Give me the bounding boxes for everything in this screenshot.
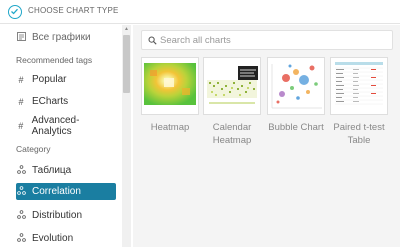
sidebar-item-label: Advanced-Analytics [31, 114, 80, 137]
hash-icon: # [18, 120, 24, 131]
sidebar: Все графики Recommended tags # Popular #… [0, 25, 133, 247]
sidebar-item-echarts[interactable]: # ECharts [16, 93, 116, 110]
sidebar-scroll-thumb[interactable] [123, 35, 130, 93]
search-input[interactable] [160, 33, 388, 47]
sidebar-item-label: ECharts [32, 96, 69, 107]
bubble-chart-thumbnail [271, 64, 322, 109]
category-icon [16, 165, 26, 176]
heatmap-thumbnail [144, 63, 196, 105]
check-circle-icon [8, 5, 22, 19]
sidebar-item-label: Evolution [32, 233, 74, 244]
chart-card-heatmap[interactable] [141, 57, 199, 115]
chart-gallery: Heatmap Calendar Heatmap [133, 25, 400, 247]
hash-icon: # [18, 74, 24, 85]
sidebar-item-label: Correlation [32, 186, 81, 197]
category-icon [16, 186, 26, 197]
chart-card-label: Bubble Chart [268, 122, 324, 133]
search-box[interactable] [141, 30, 393, 50]
sidebar-item-correlation[interactable]: Correlation [16, 183, 116, 200]
sidebar-item-label: Distribution [32, 210, 83, 221]
sidebar-item-label: Таблица [32, 165, 72, 176]
sidebar-item-all-charts[interactable]: Все графики [16, 29, 116, 46]
sidebar-item-label: Popular [32, 74, 67, 85]
search-icon [148, 36, 157, 45]
sidebar-item-distribution[interactable]: Distribution [16, 207, 116, 224]
list-icon [16, 32, 26, 43]
modal-title: CHOOSE CHART TYPE [28, 6, 119, 15]
sidebar-item-label: Все графики [32, 32, 91, 43]
chart-card-label: Calendar Heatmap [212, 122, 252, 146]
chart-card-bubble-chart[interactable] [267, 57, 325, 115]
chart-card-calendar-heatmap[interactable] [203, 57, 261, 115]
table-thumbnail [335, 62, 383, 105]
hash-icon: # [18, 96, 24, 107]
chart-card-label: Paired t-test Table [333, 122, 385, 146]
recommended-tags-heading: Recommended tags [16, 55, 93, 65]
scroll-up-arrow-icon[interactable]: ▲ [122, 25, 131, 33]
category-icon [16, 210, 26, 221]
chart-card-paired-t-test-table[interactable] [330, 57, 388, 115]
modal-header: CHOOSE CHART TYPE [0, 0, 400, 24]
calendar-heatmap-thumbnail [207, 66, 258, 104]
category-icon [16, 233, 26, 244]
chart-card-label: Heatmap [150, 122, 190, 133]
sidebar-item-popular[interactable]: # Popular [16, 71, 116, 88]
category-heading: Category [16, 144, 51, 154]
sidebar-item-evolution[interactable]: Evolution [16, 230, 116, 247]
sidebar-item-advanced-analytics[interactable]: # Advanced-Analytics [16, 114, 116, 137]
sidebar-item-table[interactable]: Таблица [16, 162, 116, 179]
